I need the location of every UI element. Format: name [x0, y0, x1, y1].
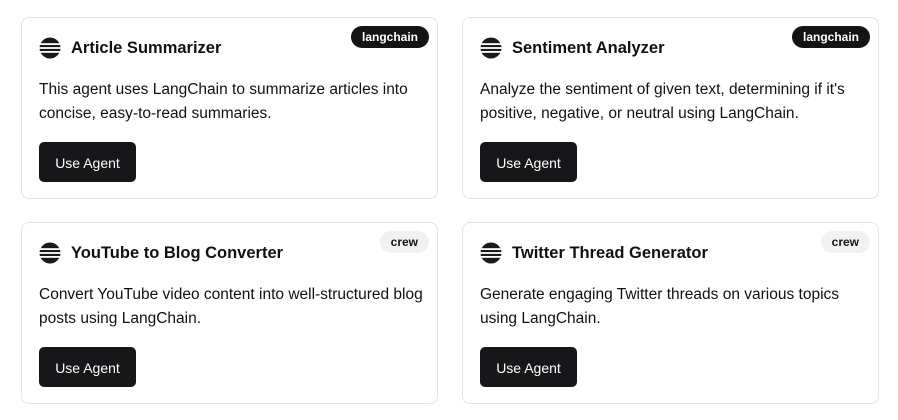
framework-badge: langchain — [791, 26, 870, 48]
framework-badge: crew — [379, 231, 429, 253]
agent-description: Analyze the sentiment of given text, det… — [480, 81, 845, 122]
agent-title: Article Summarizer — [71, 38, 222, 57]
agent-card-header: Twitter Thread Generator — [480, 242, 708, 264]
use-agent-button[interactable]: Use Agent — [480, 347, 577, 387]
agent-grid: langchain Article Summarizer This agent … — [0, 0, 898, 420]
agent-card: crew YouTube to Blog Converter Convert Y… — [21, 222, 438, 404]
agent-logo-icon — [39, 242, 61, 264]
use-agent-button[interactable]: Use Agent — [39, 347, 136, 387]
use-agent-button[interactable]: Use Agent — [480, 142, 577, 182]
agent-card-header: Article Summarizer — [39, 37, 221, 59]
agent-logo-icon — [480, 37, 502, 59]
agent-description: Convert YouTube video content into well-… — [39, 286, 423, 327]
agent-description: Generate engaging Twitter threads on var… — [480, 286, 840, 327]
agent-card: langchain Article Summarizer This agent … — [21, 17, 438, 199]
agent-logo-icon — [39, 37, 61, 59]
agent-title: Twitter Thread Generator — [512, 243, 708, 262]
agent-card: crew Twitter Thread Generator Generate e… — [462, 222, 879, 404]
framework-badge: crew — [820, 231, 870, 253]
framework-badge: langchain — [350, 26, 429, 48]
agent-card-header: Sentiment Analyzer — [480, 37, 665, 59]
use-agent-button[interactable]: Use Agent — [39, 142, 136, 182]
agent-card: langchain Sentiment Analyzer Analyze the… — [462, 17, 879, 199]
agent-description: This agent uses LangChain to summarize a… — [39, 81, 408, 122]
agent-card-header: YouTube to Blog Converter — [39, 242, 283, 264]
agent-title: Sentiment Analyzer — [512, 38, 665, 57]
agent-title: YouTube to Blog Converter — [71, 243, 284, 262]
agent-logo-icon — [480, 242, 502, 264]
